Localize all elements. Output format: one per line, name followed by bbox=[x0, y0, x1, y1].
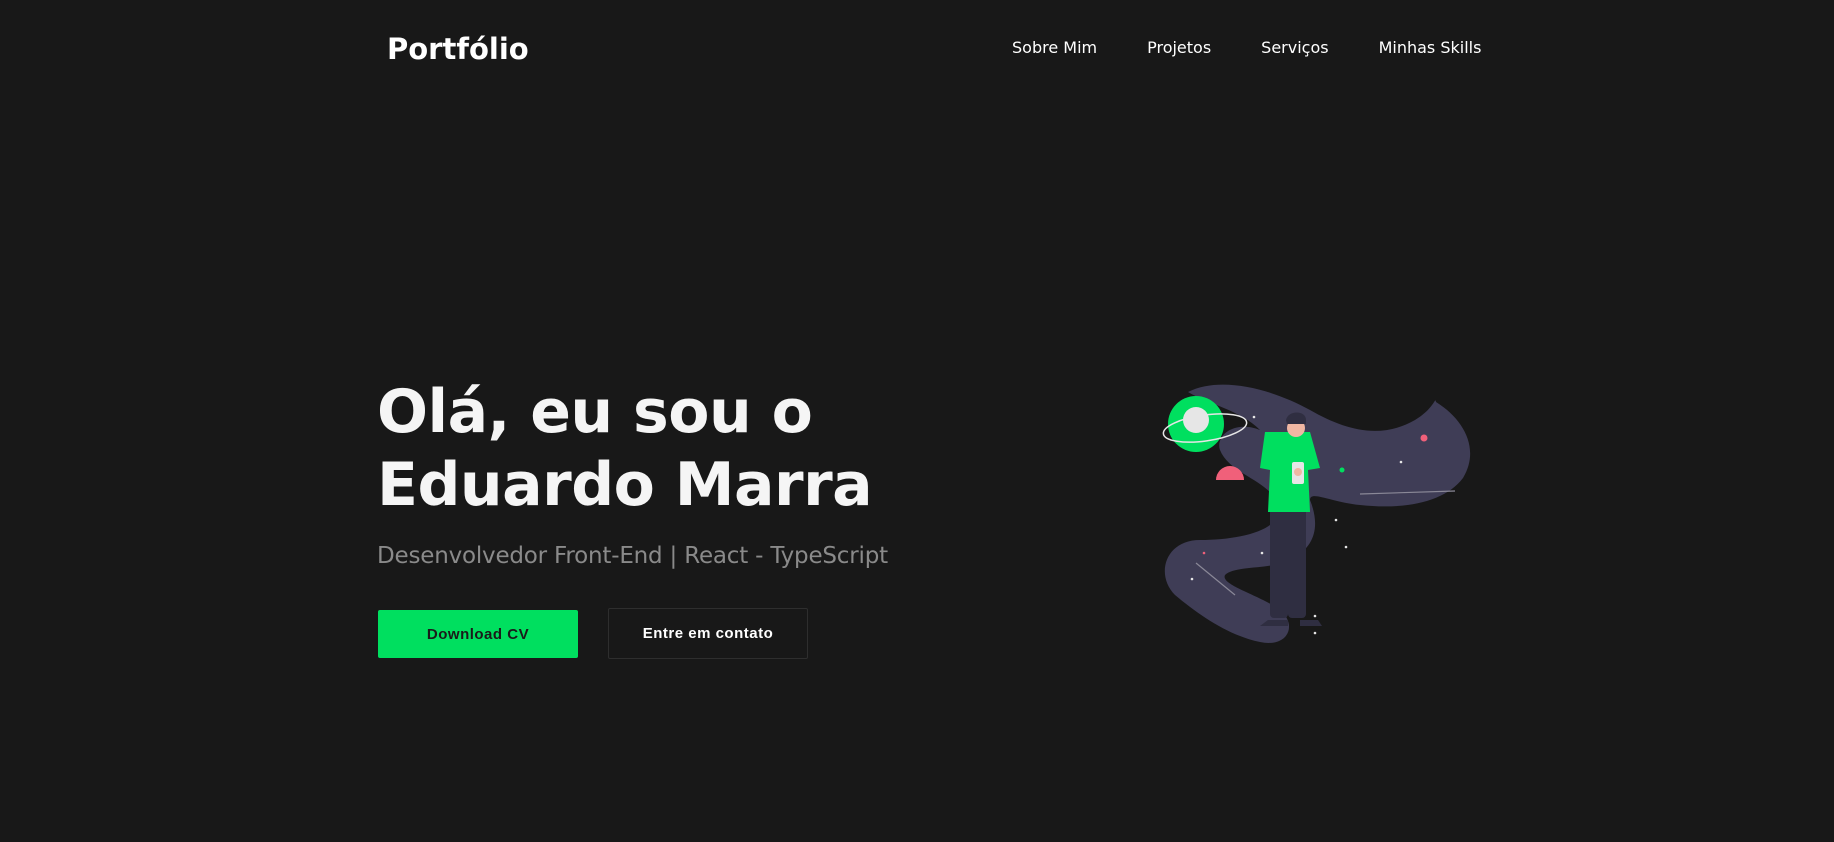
space-person-illustration bbox=[1162, 384, 1471, 643]
page: Portfólio Sobre Mim Projetos Serviços Mi… bbox=[0, 0, 1834, 842]
logo[interactable]: Portfólio bbox=[387, 30, 529, 68]
main-nav: Sobre Mim Projetos Serviços Minhas Skill… bbox=[1012, 38, 1481, 58]
hero-title: Olá, eu sou o Eduardo Marra bbox=[377, 376, 977, 522]
nav-link-sobre-mim[interactable]: Sobre Mim bbox=[1012, 38, 1097, 58]
nav-link-projetos[interactable]: Projetos bbox=[1147, 38, 1211, 58]
nav-link-minhas-skills[interactable]: Minhas Skills bbox=[1379, 38, 1482, 58]
hero-title-line-2: Eduardo Marra bbox=[377, 450, 873, 520]
download-cv-button[interactable]: Download CV bbox=[378, 610, 578, 658]
nav-link-servicos[interactable]: Serviços bbox=[1261, 38, 1328, 58]
green-planet-moon bbox=[1183, 407, 1209, 433]
contact-button[interactable]: Entre em contato bbox=[608, 608, 808, 659]
site-header: Portfólio Sobre Mim Projetos Serviços Mi… bbox=[0, 0, 1834, 98]
hero-title-line-1: Olá, eu sou o bbox=[377, 377, 813, 447]
hero-subtitle: Desenvolvedor Front-End | React - TypeSc… bbox=[377, 543, 888, 569]
